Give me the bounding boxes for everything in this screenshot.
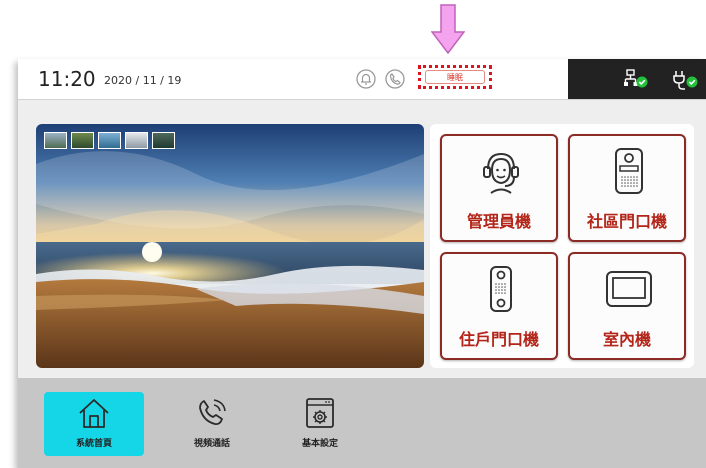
status-bar: 11:20 2020 / 11 / 19 睡眠: [18, 59, 706, 100]
tile-admin-station[interactable]: 管理員機: [440, 134, 558, 242]
sleep-button[interactable]: 睡眠: [425, 70, 485, 84]
alarm-bell-icon: [356, 69, 376, 89]
highlight-box: 睡眠: [418, 65, 492, 89]
settings-window-icon: [306, 398, 334, 428]
tile-label: 住戶門口機: [458, 330, 539, 349]
photo-frame[interactable]: [36, 124, 424, 368]
indoor-monitor-icon: [606, 271, 652, 307]
bottom-nav: 系統首頁 視頻通話 基本設定: [18, 378, 706, 468]
tile-label: 社區門口機: [586, 212, 667, 231]
call-target-grid: 管理員機 社區門口機 住戶門口機 室內機: [430, 124, 694, 368]
tile-label: 室內機: [602, 330, 651, 349]
connection-status: [568, 59, 706, 99]
nav-video-call[interactable]: 視頻通話: [162, 392, 262, 456]
thumbnail-2[interactable]: [71, 132, 94, 149]
thumbnail-3[interactable]: [98, 132, 121, 149]
nav-label: 視頻通話: [193, 439, 230, 449]
nav-settings[interactable]: 基本設定: [270, 392, 370, 456]
power-connected-icon: [673, 71, 698, 90]
phone-status-icon: [385, 69, 405, 89]
intercom-screen: 11:20 2020 / 11 / 19 睡眠 管理員機 社區門口機 住戶門口機…: [18, 59, 706, 468]
clock-date: 2020 / 11 / 19: [104, 74, 182, 87]
home-content: 管理員機 社區門口機 住戶門口機 室內機: [18, 100, 706, 378]
clock-time: 11:20: [38, 67, 96, 91]
network-connected-icon: [624, 69, 648, 88]
doorbell-unit-icon: [490, 266, 512, 312]
beach-sunset-photo: [36, 124, 424, 368]
nav-home[interactable]: 系統首頁: [44, 392, 144, 456]
home-icon: [79, 399, 109, 428]
thumbnail-5[interactable]: [152, 132, 175, 149]
headset-operator-icon: [483, 152, 519, 194]
thumbnail-1[interactable]: [44, 132, 67, 149]
tile-label: 管理員機: [466, 212, 531, 231]
nav-label: 系統首頁: [75, 439, 112, 449]
tile-indoor-unit[interactable]: 室內機: [568, 252, 686, 360]
nav-label: 基本設定: [301, 439, 338, 449]
thumbnail-4[interactable]: [125, 132, 148, 149]
phone-call-icon: [199, 399, 226, 426]
door-station-icon: [615, 148, 643, 194]
tile-community-door[interactable]: 社區門口機: [568, 134, 686, 242]
callout-arrow-icon: [431, 4, 465, 54]
tile-unit-door[interactable]: 住戶門口機: [440, 252, 558, 360]
thumbnail-strip: [44, 132, 175, 149]
